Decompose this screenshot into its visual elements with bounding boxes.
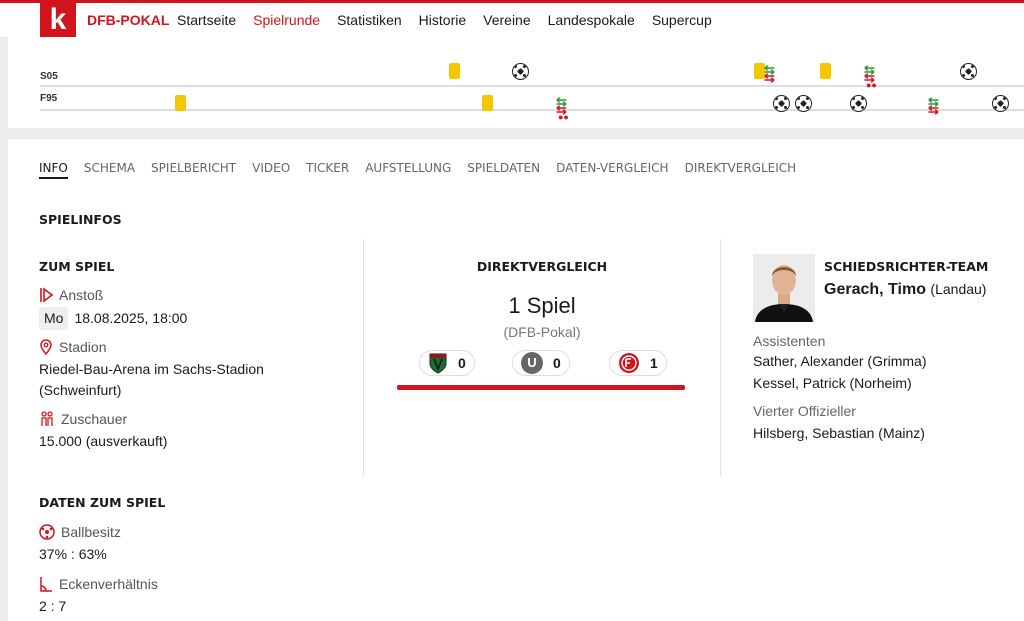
kickoff-icon [40, 287, 53, 303]
section-title-daten-zum-spiel: DATEN ZUM SPIEL [39, 495, 166, 510]
zuschauer-label: Zuschauer [39, 411, 127, 427]
nav-landespokale[interactable]: Landespokale [548, 12, 635, 28]
yellow-card-icon[interactable] [449, 63, 460, 79]
goal-ball-icon[interactable] [992, 95, 1009, 112]
anstoss-value: Mo 18.08.2025, 18:00 [39, 307, 187, 330]
goal-ball-icon[interactable] [512, 63, 529, 80]
tab-spielbericht[interactable]: SPIELBERICHT [151, 161, 236, 179]
substitution-icon[interactable]: ⇆ ⇆ [764, 63, 784, 85]
injury-dots-icon: ●● [558, 112, 569, 122]
timeline-team1-label: S05 [40, 71, 58, 82]
duesseldorf-crest-icon [619, 353, 639, 373]
anstoss-label: Anstoß [39, 287, 103, 303]
goal-ball-icon[interactable] [795, 95, 812, 112]
fourth-official[interactable]: Hilsberg, Sebastian (Mainz) [753, 423, 925, 444]
stadion-label: Stadion [39, 339, 106, 355]
corner-flag-icon [40, 577, 52, 592]
section-title-zum-spiel: ZUM SPIEL [39, 259, 115, 274]
assistant-2[interactable]: Kessel, Patrick (Norheim) [753, 373, 912, 394]
tab-daten-vergleich[interactable]: DATEN-VERGLEICH [556, 161, 668, 179]
tab-aufstellung[interactable]: AUFSTELLUNG [365, 161, 451, 179]
yellow-card-icon[interactable] [175, 95, 186, 111]
tab-info[interactable]: INFO [39, 161, 68, 179]
stadion-value: Riedel-Bau-Arena im Sachs-Stadion (Schwe… [39, 361, 264, 398]
spectators-icon [41, 411, 53, 426]
ecken-label: Eckenverhältnis [39, 576, 158, 592]
column-divider [363, 239, 364, 476]
fourth-official-label: Vierter Offizieller [753, 403, 856, 419]
column-divider [720, 239, 721, 476]
nav-statistiken[interactable]: Statistiken [337, 12, 402, 28]
tab-schema[interactable]: SCHEMA [84, 161, 135, 179]
goal-ball-icon[interactable] [850, 95, 867, 112]
team1-wins-pill[interactable]: 0 [419, 350, 475, 376]
brand-label[interactable]: DFB-POKAL [87, 12, 169, 28]
tab-direktvergleich[interactable]: DIREKTVERGLEICH [685, 161, 797, 179]
goal-ball-icon[interactable] [773, 95, 790, 112]
tab-ticker[interactable]: TICKER [306, 161, 349, 179]
substitution-icon[interactable]: ⇆ ⇆ [928, 95, 948, 117]
match-timeline: S05 F95 ⇆ ⇆ ⇆ ⇆ ●● ⇆ ⇆ ●● ⇆ ⇆ [8, 37, 1024, 128]
direktvergleich-bar [397, 385, 685, 390]
ballbesitz-label: Ballbesitz [39, 524, 121, 540]
injury-dots-icon: ●● [866, 80, 877, 90]
kicker-logo[interactable]: k [40, 0, 76, 40]
referee-name[interactable]: Gerach, Timo (Landau) [824, 281, 986, 299]
location-pin-icon [40, 339, 52, 355]
direktvergleich-competition: (DFB-Pokal) [503, 324, 581, 340]
zuschauer-value: 15.000 (ausverkauft) [39, 433, 168, 449]
nav-spielrunde[interactable]: Spielrunde [253, 12, 320, 28]
timeline-team2-line [40, 109, 1024, 111]
nav-startseite[interactable]: Startseite [177, 12, 236, 28]
nav-supercup[interactable]: Supercup [652, 12, 712, 28]
match-info-panel: INFO SCHEMA SPIELBERICHT VIDEO TICKER AU… [8, 139, 1024, 621]
team2-wins-value: 1 [650, 355, 658, 371]
yellow-card-icon[interactable] [482, 95, 493, 111]
draws-value: 0 [553, 355, 561, 371]
timeline-team2-label: F95 [40, 93, 58, 104]
assistant-1[interactable]: Sather, Alexander (Grimma) [753, 351, 927, 372]
yellow-card-icon[interactable] [820, 63, 831, 79]
direktvergleich-count[interactable]: 1 Spiel [363, 293, 721, 319]
ecken-value: 2 : 7 [39, 598, 67, 614]
section-title-direktvergleich: DIREKTVERGLEICH [476, 259, 608, 274]
goal-ball-icon[interactable] [960, 63, 977, 80]
referee-photo[interactable] [753, 254, 815, 322]
team1-wins-value: 0 [458, 355, 466, 371]
match-tabs: INFO SCHEMA SPIELBERICHT VIDEO TICKER AU… [39, 161, 812, 179]
weekday-badge: Mo [39, 307, 69, 330]
ball-icon [39, 524, 55, 540]
draw-badge-icon: U [521, 352, 543, 374]
main-nav: Startseite Spielrunde Statistiken Histor… [177, 12, 729, 28]
ballbesitz-value: 37% : 63% [39, 546, 107, 562]
draws-pill[interactable]: U 0 [512, 350, 570, 376]
schweinfurt-crest-icon [429, 353, 447, 374]
nav-historie[interactable]: Historie [419, 12, 466, 28]
tab-spieldaten[interactable]: SPIELDATEN [467, 161, 540, 179]
section-title-spielinfos: SPIELINFOS [39, 212, 122, 227]
tab-video[interactable]: VIDEO [252, 161, 290, 179]
nav-vereine[interactable]: Vereine [483, 12, 530, 28]
team2-wins-pill[interactable]: 1 [609, 350, 667, 376]
top-navigation-bar: k DFB-POKAL Startseite Spielrunde Statis… [0, 0, 1024, 40]
section-title-schiedsrichter: SCHIEDSRICHTER-TEAM [824, 259, 989, 274]
assistants-label: Assistenten [753, 333, 826, 349]
